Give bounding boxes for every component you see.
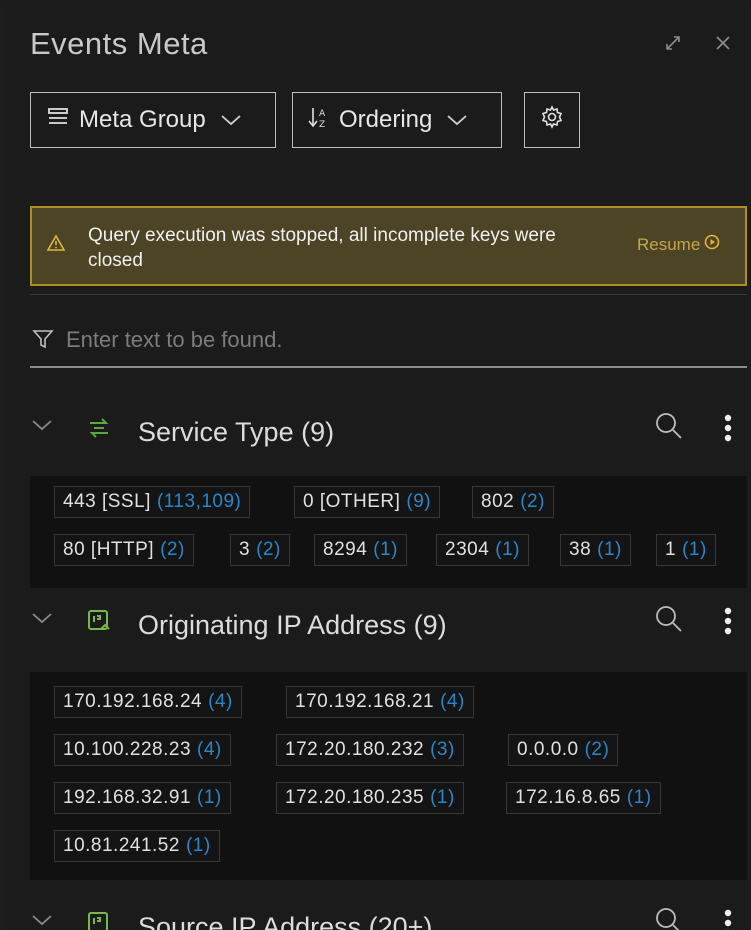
value-chip[interactable]: 3 (2): [230, 534, 290, 566]
query-stopped-alert: Query execution was stopped, all incompl…: [30, 206, 747, 286]
close-icon[interactable]: [714, 34, 732, 57]
ordering-dropdown[interactable]: AZ Ordering: [292, 92, 502, 148]
meta-group-dropdown[interactable]: Meta Group: [30, 92, 276, 148]
more-vertical-icon[interactable]: [724, 413, 732, 448]
value-chip[interactable]: 192.168.32.91 (1): [54, 782, 231, 814]
svg-text:Z: Z: [319, 120, 325, 129]
alert-message: Query execution was stopped, all incompl…: [88, 225, 556, 271]
meta-group-label: Meta Group: [79, 106, 206, 133]
title-bar: Events Meta: [6, 6, 747, 70]
ip-address-icon: [86, 608, 112, 639]
chevron-down-icon[interactable]: [30, 417, 54, 438]
sort-icon: AZ: [307, 105, 329, 136]
svg-text:A: A: [319, 109, 326, 119]
value-chip[interactable]: 172.20.180.235 (1): [276, 782, 464, 814]
warning-icon: [46, 234, 66, 257]
resume-link[interactable]: Resume: [637, 234, 720, 255]
more-vertical-icon[interactable]: [724, 606, 732, 641]
search-icon[interactable]: [654, 604, 684, 639]
value-chip[interactable]: 10.100.228.23 (4): [54, 734, 231, 766]
search-icon[interactable]: [654, 411, 684, 446]
filter-icon: [32, 328, 54, 355]
chevron-down-icon[interactable]: [30, 610, 54, 631]
list-icon: [47, 106, 69, 135]
originating-ip-values: 170.192.168.24 (4) 170.192.168.21 (4) 10.1…: [30, 672, 747, 880]
value-chip[interactable]: 172.20.180.232 (3): [276, 734, 464, 766]
section-title: Source IP Address (20+): [138, 912, 433, 930]
ip-address-icon: [86, 910, 112, 930]
section-title: Service Type (9): [138, 417, 335, 447]
value-chip[interactable]: 80 [HTTP] (2): [54, 534, 194, 566]
search-icon[interactable]: [654, 906, 684, 930]
service-type-values: 443 [SSL] (113,109) 0 [OTHER] (9) 802 (2) 8…: [30, 476, 747, 588]
section-service-type-header[interactable]: Service Type (9): [6, 399, 747, 469]
service-type-icon: [86, 415, 112, 446]
events-meta-panel: Events Meta Meta Group AZ Ordering Query…: [6, 6, 747, 930]
value-chip[interactable]: 443 [SSL] (113,109): [54, 486, 251, 518]
resume-label: Resume: [637, 234, 701, 254]
filter-input[interactable]: [64, 322, 728, 358]
gear-icon: [540, 104, 564, 136]
value-chip[interactable]: 172.16.8.65 (1): [506, 782, 661, 814]
settings-button[interactable]: [524, 92, 580, 148]
value-chip[interactable]: 1 (1): [656, 534, 716, 566]
ordering-label: Ordering: [339, 106, 433, 133]
value-chip[interactable]: 170.192.168.21 (4): [286, 686, 474, 718]
expand-icon[interactable]: [664, 34, 682, 57]
chevron-down-icon: [446, 106, 468, 134]
value-chip[interactable]: 8294 (1): [314, 534, 408, 566]
play-circle-icon: [704, 234, 720, 255]
value-chip[interactable]: 0 [OTHER] (9): [294, 486, 441, 518]
value-chip[interactable]: 802 (2): [472, 486, 554, 518]
panel-title: Events Meta: [30, 26, 208, 61]
filter-bar: [30, 312, 747, 368]
value-chip[interactable]: 170.192.168.24 (4): [54, 686, 242, 718]
section-source-ip-header[interactable]: Source IP Address (20+): [6, 894, 747, 930]
value-chip[interactable]: 10.81.241.52 (1): [54, 830, 220, 862]
chevron-down-icon: [220, 106, 242, 134]
value-chip[interactable]: 38 (1): [560, 534, 631, 566]
value-chip[interactable]: 2304 (1): [436, 534, 530, 566]
value-chip[interactable]: 0.0.0.0 (2): [508, 734, 619, 766]
section-originating-ip-header[interactable]: Originating IP Address (9): [6, 592, 747, 662]
section-title: Originating IP Address (9): [138, 610, 447, 640]
chevron-down-icon[interactable]: [30, 912, 54, 930]
more-vertical-icon[interactable]: [724, 908, 732, 930]
divider: [30, 294, 747, 295]
